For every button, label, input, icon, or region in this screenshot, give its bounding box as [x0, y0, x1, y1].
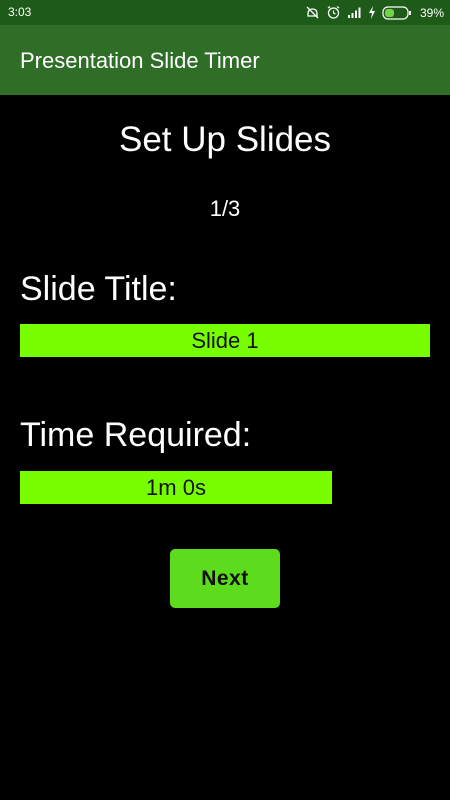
- page-title: Set Up Slides: [118, 120, 332, 159]
- status-time: 3:03: [8, 5, 32, 19]
- status-bar: 3:03 39%: [0, 0, 450, 25]
- time-required-input[interactable]: 1m 0s: [20, 471, 332, 504]
- battery-icon: [382, 5, 412, 20]
- signal-icon: [347, 6, 362, 19]
- time-required-label: Time Required:: [20, 416, 252, 454]
- charging-icon: [368, 6, 376, 19]
- battery-percent: 39%: [419, 5, 444, 20]
- slide-title-label: Slide Title:: [20, 270, 177, 308]
- app-title: Presentation Slide Timer: [20, 48, 260, 73]
- page-counter: 1/3: [209, 196, 241, 221]
- next-button[interactable]: Next: [170, 549, 280, 608]
- app-screen: 3:03 39% Presentation Slide Timer Set Up…: [0, 0, 450, 800]
- status-icons: 39%: [305, 4, 444, 21]
- app-bar: Presentation Slide Timer: [0, 25, 450, 95]
- do-not-disturb-icon: [305, 5, 320, 20]
- alarm-icon: [326, 5, 341, 20]
- slide-title-input[interactable]: Slide 1: [20, 324, 430, 357]
